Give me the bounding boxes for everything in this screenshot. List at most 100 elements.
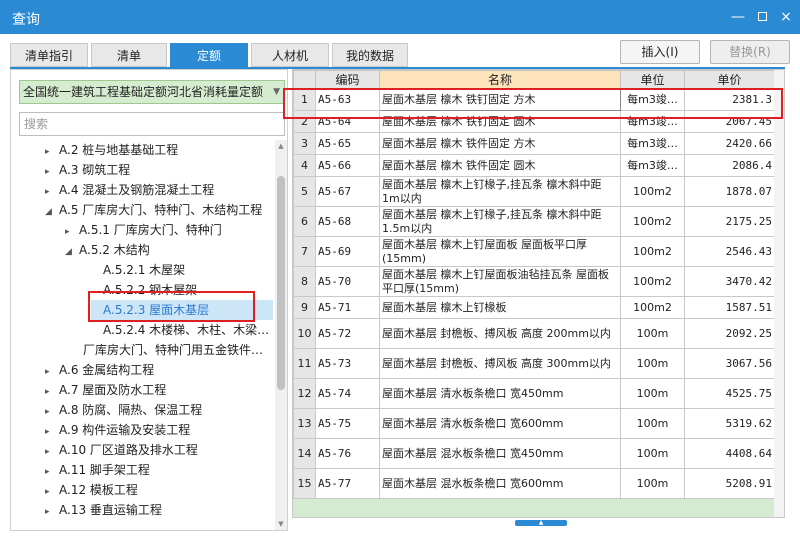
row-number: 6 bbox=[293, 206, 316, 237]
row-code: A5-65 bbox=[315, 132, 380, 155]
quota-library-select[interactable]: 全国统一建筑工程基础定额河北省消耗量定额 ▼ bbox=[19, 80, 285, 104]
minimize-button[interactable]: — bbox=[728, 7, 748, 27]
tree-item-label: A.5.2.1 木屋架 bbox=[103, 263, 186, 277]
tree-item[interactable]: A.5.2.4 木楼梯、木柱、木梁… bbox=[103, 320, 269, 340]
header-name[interactable]: 名称 bbox=[379, 70, 621, 89]
tree-item[interactable]: ▸ A.7 屋面及防水工程 bbox=[45, 380, 166, 400]
tab-bill-guide[interactable]: 清单指引 bbox=[10, 43, 88, 67]
row-name: 屋面木基层 混水板条檐口 宽450mm bbox=[379, 438, 621, 469]
table-header: 编码 名称 单位 单价 bbox=[293, 70, 775, 89]
row-number: 9 bbox=[293, 296, 316, 319]
tree-item[interactable]: ▸ A.4 混凝土及钢筋混凝土工程 bbox=[45, 180, 214, 200]
row-unit: 100m2 bbox=[620, 296, 685, 319]
tree-item-label: A.7 屋面及防水工程 bbox=[59, 383, 167, 397]
tree-item[interactable]: ▸ A.2 桩与地基基础工程 bbox=[45, 140, 178, 160]
tree-item-label: A.9 构件运输及安装工程 bbox=[59, 423, 191, 437]
dropdown-arrow-icon: ▼ bbox=[273, 87, 280, 97]
close-button[interactable]: × bbox=[776, 7, 796, 27]
tree-item[interactable]: ▸ A.13 垂直运输工程 bbox=[45, 500, 162, 520]
row-price: 5208.91 bbox=[684, 468, 775, 499]
table-row[interactable]: 3 A5-65 屋面木基层 檩木 铁件固定 方木 每m3竣… 2420.66 bbox=[293, 132, 775, 155]
tab-my-data[interactable]: 我的数据 bbox=[332, 43, 408, 67]
table-row[interactable]: 15 A5-77 屋面木基层 混水板条檐口 宽600mm 100m 5208.91 bbox=[293, 468, 775, 499]
scrollbar-thumb[interactable] bbox=[277, 176, 285, 390]
tree-scrollbar[interactable]: ▲ ▼ bbox=[275, 140, 287, 530]
highlight-box-tree bbox=[88, 291, 255, 322]
table-row[interactable]: 4 A5-66 屋面木基层 檩木 铁件固定 圆木 每m3竣… 2086.4 bbox=[293, 154, 775, 177]
expand-arrow-icon: ▸ bbox=[45, 187, 50, 197]
row-name: 屋面木基层 檩木上钉屋面板 屋面板平口厚(15mm) bbox=[379, 236, 621, 267]
row-number: 11 bbox=[293, 348, 316, 379]
table-row[interactable]: 9 A5-71 屋面木基层 檩木上钉椽板 100m2 1587.51 bbox=[293, 296, 775, 319]
tree-item[interactable]: ▸ A.10 厂区道路及排水工程 bbox=[45, 440, 198, 460]
tab-bill[interactable]: 清单 bbox=[91, 43, 167, 67]
header-price[interactable]: 单价 bbox=[684, 70, 775, 89]
row-unit: 100m2 bbox=[620, 266, 685, 297]
row-name: 屋面木基层 檩木上钉椽子,挂瓦条 檩木斜中距 1m以内 bbox=[379, 176, 621, 207]
header-code[interactable]: 编码 bbox=[315, 70, 380, 89]
table-row[interactable]: 14 A5-76 屋面木基层 混水板条檐口 宽450mm 100m 4408.64 bbox=[293, 438, 775, 469]
table-row[interactable]: 12 A5-74 屋面木基层 清水板条檐口 宽450mm 100m 4525.75 bbox=[293, 378, 775, 409]
row-name: 屋面木基层 檩木 铁件固定 方木 bbox=[379, 132, 621, 155]
table-row[interactable]: 5 A5-67 屋面木基层 檩木上钉椽子,挂瓦条 檩木斜中距 1m以内 100m2 18… bbox=[293, 176, 775, 207]
row-name: 屋面木基层 檩木上钉屋面板油毡挂瓦条 屋面板平口厚(15mm) bbox=[379, 266, 621, 297]
expand-arrow-icon: ▸ bbox=[45, 387, 50, 397]
tree-item[interactable]: ▸ A.5.1 厂库房大门、特种门 bbox=[65, 220, 222, 240]
quota-library-value: 全国统一建筑工程基础定额河北省消耗量定额 bbox=[23, 85, 264, 99]
table-row[interactable]: 13 A5-75 屋面木基层 清水板条檐口 宽600mm 100m 5319.62 bbox=[293, 408, 775, 439]
tab-quota[interactable]: 定额 bbox=[170, 43, 248, 67]
tree-item[interactable]: ▸ A.3 砌筑工程 bbox=[45, 160, 130, 180]
row-name: 屋面木基层 混水板条檐口 宽600mm bbox=[379, 468, 621, 499]
row-number: 12 bbox=[293, 378, 316, 409]
tree-item[interactable]: A.5.2.1 木屋架 bbox=[103, 260, 185, 280]
table-row[interactable]: 10 A5-72 屋面木基层 封檐板、搏风板 高度 200mm以内 100m 2092.… bbox=[293, 318, 775, 349]
row-unit: 100m bbox=[620, 408, 685, 439]
row-unit: 100m bbox=[620, 318, 685, 349]
row-price: 5319.62 bbox=[684, 408, 775, 439]
tree-item[interactable]: 厂库房大门、特种门用五金铁件… bbox=[83, 340, 263, 360]
table-row[interactable]: 11 A5-73 屋面木基层 封檐板、搏风板 高度 300mm以内 100m 3067.… bbox=[293, 348, 775, 379]
row-price: 2086.4 bbox=[684, 154, 775, 177]
tree-item[interactable]: ◢ A.5 厂库房大门、特种门、木结构工程 bbox=[45, 200, 262, 220]
tree-item[interactable]: ▸ A.12 模板工程 bbox=[45, 480, 138, 500]
row-price: 1878.07 bbox=[684, 176, 775, 207]
tree-item-label: A.12 模板工程 bbox=[59, 483, 138, 497]
row-name: 屋面木基层 封檐板、搏风板 高度 200mm以内 bbox=[379, 318, 621, 349]
expand-arrow-icon: ▸ bbox=[65, 227, 70, 237]
tree-item-label: A.3 砌筑工程 bbox=[59, 163, 131, 177]
tree-item[interactable]: ▸ A.9 构件运输及安装工程 bbox=[45, 420, 190, 440]
tree-item[interactable]: ▸ A.11 脚手架工程 bbox=[45, 460, 150, 480]
tree-item-label: A.11 脚手架工程 bbox=[59, 463, 150, 477]
tree-item-label: A.6 金属结构工程 bbox=[59, 363, 155, 377]
header-unit[interactable]: 单位 bbox=[620, 70, 685, 89]
row-unit: 100m2 bbox=[620, 176, 685, 207]
tree-item[interactable]: ◢ A.5.2 木结构 bbox=[65, 240, 150, 260]
expand-arrow-icon: ▸ bbox=[45, 407, 50, 417]
search-input[interactable] bbox=[24, 117, 284, 131]
tree-item[interactable]: ▸ A.6 金属结构工程 bbox=[45, 360, 154, 380]
scroll-down-icon[interactable]: ▼ bbox=[277, 520, 285, 528]
row-number: 4 bbox=[293, 154, 316, 177]
grid-scrollbar[interactable] bbox=[774, 70, 784, 517]
scroll-up-icon[interactable]: ▲ bbox=[277, 142, 285, 150]
row-price: 2420.66 bbox=[684, 132, 775, 155]
insert-button[interactable]: 插入(I) bbox=[620, 40, 700, 64]
tab-materials[interactable]: 人材机 bbox=[251, 43, 329, 67]
search-box[interactable] bbox=[19, 112, 285, 136]
tree-item[interactable]: ▸ A.8 防腐、隔热、保温工程 bbox=[45, 400, 202, 420]
header-num bbox=[293, 70, 316, 89]
row-price: 2092.25 bbox=[684, 318, 775, 349]
table-row[interactable]: 7 A5-69 屋面木基层 檩木上钉屋面板 屋面板平口厚(15mm) 100m2 254… bbox=[293, 236, 775, 267]
table-row[interactable]: 8 A5-70 屋面木基层 檩木上钉屋面板油毡挂瓦条 屋面板平口厚(15mm) 100… bbox=[293, 266, 775, 297]
replace-button[interactable]: 替换(R) bbox=[710, 40, 790, 64]
tree-item-label: A.5.1 厂库房大门、特种门 bbox=[79, 223, 222, 237]
row-price: 3470.42 bbox=[684, 266, 775, 297]
table-row[interactable]: 6 A5-68 屋面木基层 檩木上钉椽子,挂瓦条 檩木斜中距 1.5m以内 100m2… bbox=[293, 206, 775, 237]
row-name: 屋面木基层 清水板条檐口 宽600mm bbox=[379, 408, 621, 439]
maximize-button[interactable] bbox=[752, 7, 772, 27]
expand-arrow-icon: ▸ bbox=[45, 487, 50, 497]
row-unit: 100m2 bbox=[620, 206, 685, 237]
row-name: 屋面木基层 檩木上钉椽子,挂瓦条 檩木斜中距 1.5m以内 bbox=[379, 206, 621, 237]
panel-splitter-grip[interactable]: ▲ bbox=[515, 520, 567, 526]
tree-item-label: A.5 厂库房大门、特种门、木结构工程 bbox=[59, 203, 263, 217]
